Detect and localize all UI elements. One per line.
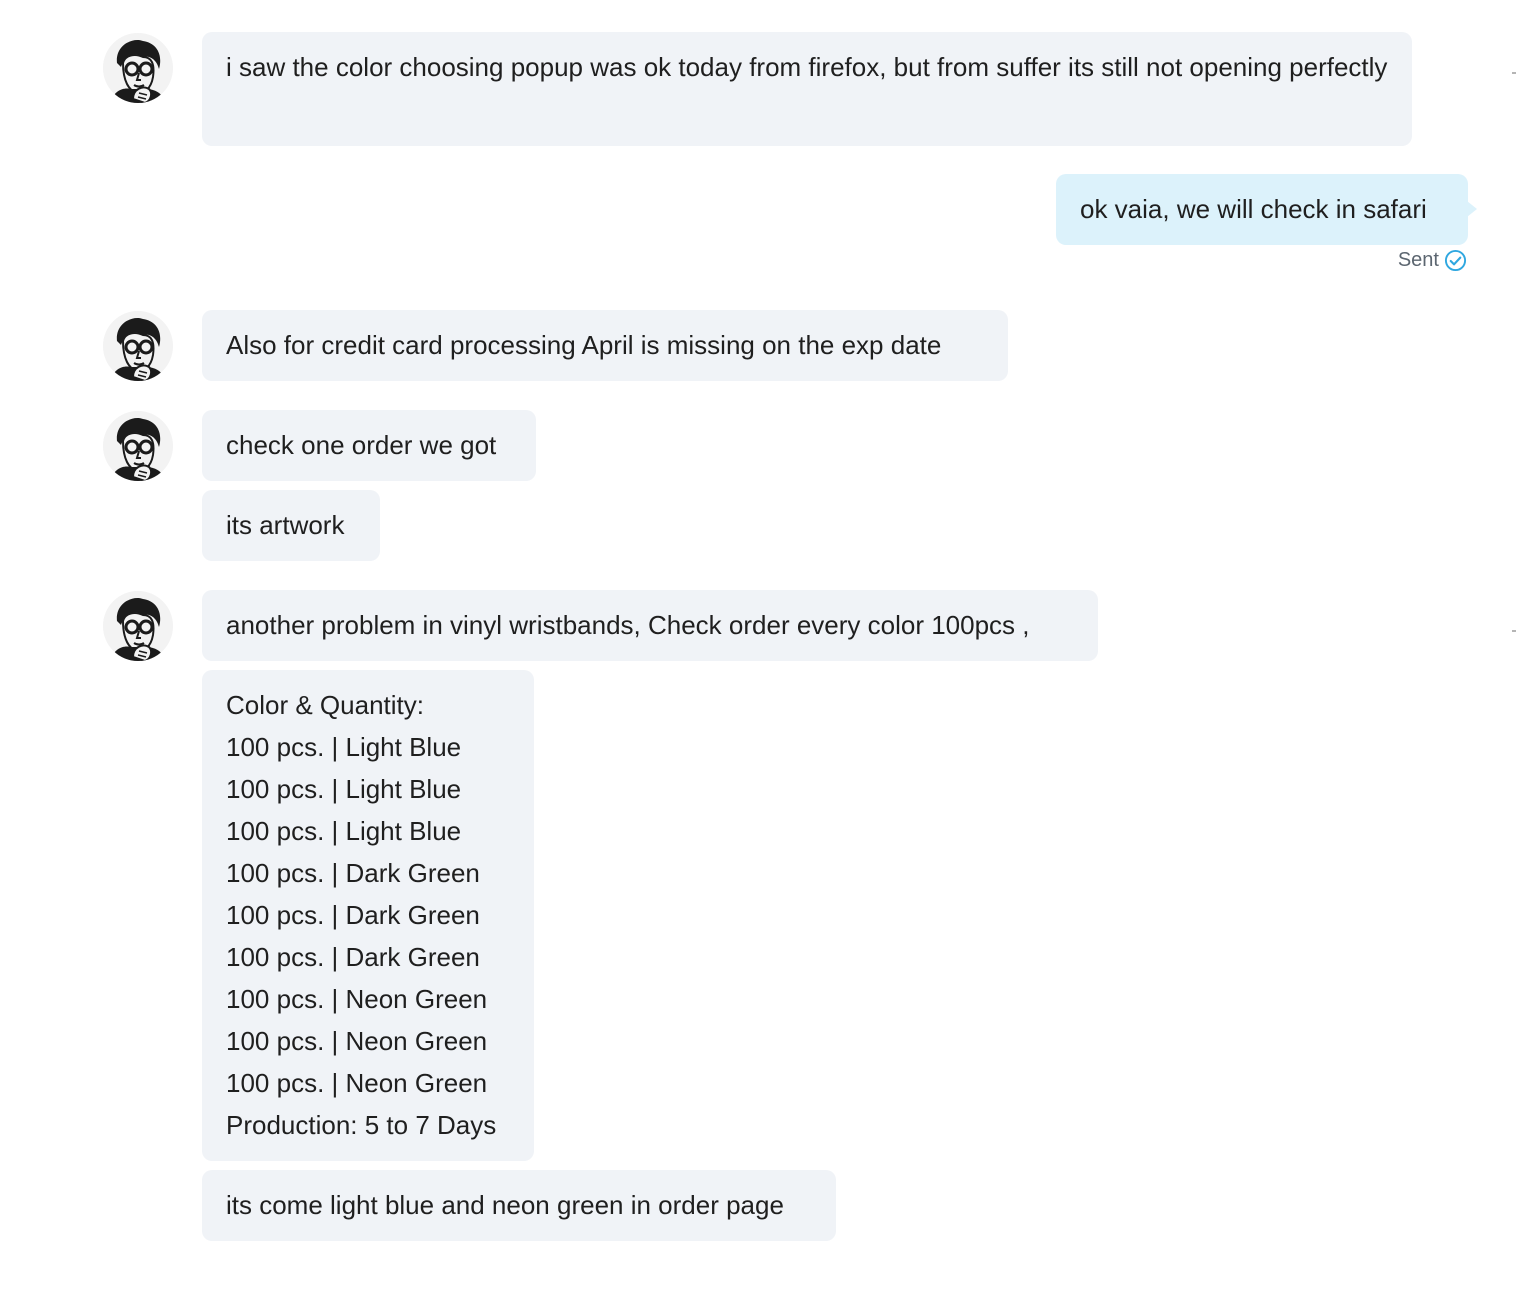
message-text: Also for credit card processing April is… [226,330,942,360]
message-line: Color & Quantity: [226,690,424,720]
message-line: 100 pcs. | Dark Green [226,942,480,972]
message-text: its come light blue and neon green in or… [226,1190,784,1220]
message-line: 100 pcs. | Neon Green [226,984,488,1014]
message-line: 100 pcs. | Light Blue [226,732,462,762]
message-bubble-incoming[interactable]: Color & Quantity: 100 pcs. | Light Blue … [202,670,534,1161]
scrollbar-mark [1512,72,1516,74]
message-bubble-incoming[interactable]: i saw the color choosing popup was ok to… [202,32,1412,146]
message-bubble-incoming[interactable]: its artwork [202,490,380,561]
message-text: check one order we got [226,430,497,460]
message-status: Sent [1398,249,1467,272]
contact-avatar-icon[interactable] [103,33,173,103]
message-line: 100 pcs. | Light Blue [226,816,462,846]
contact-avatar-icon[interactable] [103,311,173,381]
message-text: its artwork [226,510,345,540]
message-bubble-incoming[interactable]: its come light blue and neon green in or… [202,1170,836,1241]
message-line: 100 pcs. | Neon Green [226,1068,488,1098]
check-circle-icon [1444,249,1467,272]
sent-label: Sent [1397,249,1439,271]
message-bubble-incoming[interactable]: check one order we got [202,410,536,481]
message-text: i saw the color choosing popup was ok to… [226,52,1388,82]
message-text: ok vaia, we will check in safari [1080,194,1427,224]
message-bubble-incoming[interactable]: Also for credit card processing April is… [202,310,1008,381]
message-bubble-outgoing[interactable]: ok vaia, we will check in safari [1056,174,1477,245]
message-bubble-incoming[interactable]: another problem in vinyl wristbands, Che… [202,590,1098,661]
message-line: 100 pcs. | Light Blue [226,774,462,804]
message-text: another problem in vinyl wristbands, Che… [226,610,1030,640]
message-line: 100 pcs. | Neon Green [226,1026,488,1056]
scrollbar-mark [1512,630,1516,632]
contact-avatar-icon[interactable] [103,411,173,481]
contact-avatar-icon[interactable] [103,591,173,661]
message-line: Production: 5 to 7 Days [226,1110,497,1140]
message-line: 100 pcs. | Dark Green [226,900,480,930]
message-line: 100 pcs. | Dark Green [226,858,480,888]
